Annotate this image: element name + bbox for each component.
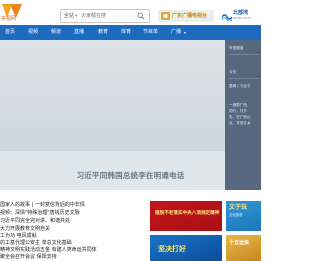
promo-banner-games[interactable]: 十五运会 bbox=[226, 235, 261, 261]
nav-item-live[interactable]: 直播 bbox=[74, 25, 84, 40]
hero-headline[interactable]: 习近平同韩国总统李在明通电话 bbox=[0, 171, 261, 181]
search-input[interactable] bbox=[81, 11, 133, 21]
banner-text: 摆脱不老落实中央八项规定精神 bbox=[155, 211, 220, 216]
ad-subtext: BEIBU GULF bbox=[233, 16, 251, 20]
search-scope-select[interactable]: 全站 bbox=[64, 11, 74, 21]
side-panel-link[interactable]: 一键激广西 bbox=[229, 103, 247, 108]
promo-banner-culture[interactable]: 文于玩 文化旅游 bbox=[226, 201, 261, 231]
chevron-down-icon: ▾ bbox=[75, 13, 78, 19]
news-list: 国家人的故事 | 一封复信背后的中非情 视频：深情"特殊治理"唐钱历史文脉 习近… bbox=[0, 201, 150, 261]
list-item[interactable]: 国家人的故事 | 一封复信背后的中非情 bbox=[0, 201, 85, 209]
banner-text: 坚决打好 bbox=[158, 245, 186, 253]
emblem-icon bbox=[161, 12, 170, 20]
banner-text: 文于玩 bbox=[229, 204, 248, 211]
nav-item-home[interactable]: 首页 bbox=[5, 25, 15, 40]
list-item[interactable]: 视频：深情"特殊治理"唐钱历史文脉 bbox=[0, 209, 80, 217]
nav-item-sports[interactable]: 体育 bbox=[121, 25, 131, 40]
list-item[interactable]: 习近平同完全完对讲、和谐共处 bbox=[0, 217, 70, 225]
nav-item-channels[interactable]: 频道 bbox=[51, 25, 61, 40]
nav-item-education[interactable]: 教育 bbox=[98, 25, 108, 40]
header-ad-guangdong[interactable]: 广东广播电视台 bbox=[158, 10, 214, 22]
main-nav: 首页 视频 频道 直播 教育 体育 节目单 广播 ▾ bbox=[0, 25, 261, 40]
search-box[interactable]: 全站 ▾ bbox=[60, 9, 150, 23]
list-item[interactable]: 聚全会召开会议 保阳支持 bbox=[0, 253, 57, 261]
promo-banner-discipline[interactable]: 摆脱不老落实中央八项规定精神 bbox=[150, 201, 222, 231]
divider bbox=[229, 54, 259, 55]
divider bbox=[229, 78, 259, 79]
side-panel-link[interactable]: 点，寻觅壮乡 bbox=[229, 121, 251, 126]
wave-logo-icon bbox=[222, 14, 232, 21]
banner-subtext: 文化旅游 bbox=[229, 213, 243, 217]
site-header: 央视网 全站 ▾ 广东广播电视台 北部湾 BEIBU GULF bbox=[0, 0, 261, 24]
side-panel-link[interactable]: 彩，在广西山 bbox=[229, 115, 251, 120]
nav-item-video[interactable]: 视频 bbox=[28, 25, 38, 40]
cctv-logo[interactable]: 央视网 bbox=[0, 0, 24, 24]
hero-image[interactable] bbox=[0, 40, 225, 151]
chevron-down-icon: ▾ bbox=[184, 30, 187, 35]
hero-section: 习近平同韩国总统李在明通电话 bbox=[0, 40, 261, 190]
search-icon[interactable] bbox=[137, 12, 145, 20]
side-panel-text: · bbox=[229, 60, 231, 64]
side-panel-link[interactable]: 同行，打开 bbox=[229, 109, 247, 114]
nav-item-schedule[interactable]: 节目单 bbox=[143, 25, 158, 40]
side-news-panel: 央视频道 · 今天 要闻 | 习近平 一键激广西 同行，打开 彩，在广西山 点，… bbox=[225, 40, 261, 190]
ad-text: 广东广播电视台 bbox=[172, 13, 208, 19]
header-ad-beibu-gulf[interactable]: 北部湾 BEIBU GULF bbox=[220, 8, 261, 24]
side-panel-text[interactable]: 今天 bbox=[229, 70, 236, 75]
side-panel-link[interactable]: 要闻 | 习近平 bbox=[229, 84, 250, 89]
promo-banner-battle[interactable]: 坚决打好 bbox=[150, 235, 222, 261]
logo-subtitle: 央视网 bbox=[1, 16, 17, 22]
side-panel-title[interactable]: 央视频道 bbox=[229, 46, 243, 51]
banner-text: 十五运会 bbox=[229, 240, 250, 246]
nav-item-radio[interactable]: 广播 bbox=[171, 25, 181, 40]
